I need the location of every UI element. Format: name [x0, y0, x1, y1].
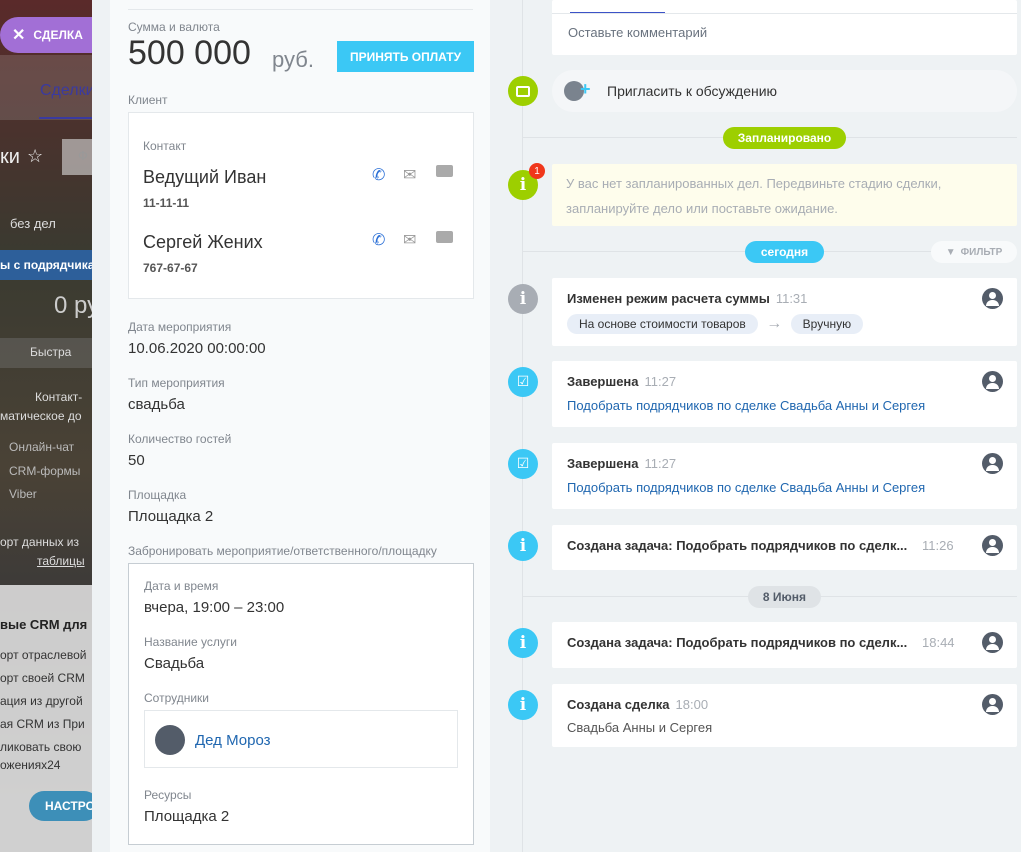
deal-currency: руб. — [272, 47, 314, 72]
info-icon: i — [508, 628, 538, 658]
close-icon: ✕ — [12, 27, 26, 44]
phone-icon[interactable]: ✆ — [372, 230, 385, 250]
info-icon: i — [508, 531, 538, 561]
mail-icon[interactable]: ✉ — [403, 165, 416, 185]
timeline-event: Изменен режим расчета суммы 11:31 На осно… — [552, 278, 1017, 346]
deal-details-column: Сумма и валюта 500 000 руб. ПРИНЯТЬ ОПЛА… — [110, 0, 490, 852]
today-label: сегодня — [745, 241, 824, 263]
chat-icon[interactable] — [436, 165, 453, 177]
timeline-event: Создана задача: Подобрать подрядчиков по… — [552, 525, 1017, 570]
date-label: 8 Июня — [748, 586, 821, 608]
timeline-line — [522, 0, 523, 852]
timeline-event: Создана задача: Подобрать подрядчиков по… — [552, 622, 1017, 668]
timeline-event: Завершена 11:27 Подобрать подрядчиков по … — [552, 361, 1017, 427]
info-icon: i — [508, 284, 538, 314]
deals-tab: Сделки — [40, 82, 92, 99]
planned-label: Запланировано — [723, 127, 846, 149]
timeline-event: Создана сделка 18:00 Свадьба Анны и Серге… — [552, 684, 1017, 747]
filter-icon: ▼ — [945, 246, 956, 258]
star-icon: ☆ — [27, 146, 44, 166]
planned-empty: У вас нет запланированных дел. Передвинь… — [552, 164, 1017, 226]
user-icon[interactable] — [982, 371, 1003, 392]
chat-icon[interactable] — [436, 231, 453, 243]
mail-icon[interactable]: ✉ — [403, 230, 416, 250]
counter-badge: 1 — [529, 163, 545, 179]
booking-box: Дата и время вчера, 19:00 – 23:00 Назван… — [128, 563, 474, 845]
task-done-icon: ☑ — [508, 449, 538, 479]
phone-icon[interactable]: ✆ — [372, 165, 385, 185]
comment-editor[interactable]: Оставьте комментарий — [552, 0, 1017, 55]
user-icon[interactable] — [982, 535, 1003, 556]
contact-name[interactable]: Сергей Жених — [143, 232, 263, 253]
accept-payment-button[interactable]: ПРИНЯТЬ ОПЛАТУ — [337, 41, 474, 72]
info-icon: i — [508, 690, 538, 720]
task-done-icon: ☑ — [508, 367, 538, 397]
user-icon[interactable] — [982, 288, 1003, 309]
comment-input[interactable]: Оставьте комментарий — [568, 25, 707, 40]
user-icon[interactable] — [982, 694, 1003, 715]
contact-name[interactable]: Ведущий Иван — [143, 167, 266, 188]
avatar — [155, 725, 185, 755]
timeline-event: Завершена 11:27 Подобрать подрядчиков по … — [552, 443, 1017, 509]
invite-button[interactable]: + Пригласить к обсуждению — [552, 70, 1017, 112]
staff-item[interactable]: Дед Мороз — [144, 710, 458, 768]
filter-button[interactable]: ▼ ФИЛЬТР — [931, 241, 1017, 263]
comment-icon — [508, 76, 538, 106]
background-page: Сделки ки ☆ Ф без дел ы с подрядчика 0 р… — [0, 0, 92, 852]
user-icon[interactable] — [982, 632, 1003, 653]
close-deal-tab[interactable]: ✕ СДЕЛКА — [0, 17, 92, 53]
client-box: Контакт Ведущий Иван 11-11-11 Сергей Жен… — [128, 112, 474, 299]
user-icon[interactable] — [982, 453, 1003, 474]
deal-sum: 500 000 — [128, 34, 251, 72]
